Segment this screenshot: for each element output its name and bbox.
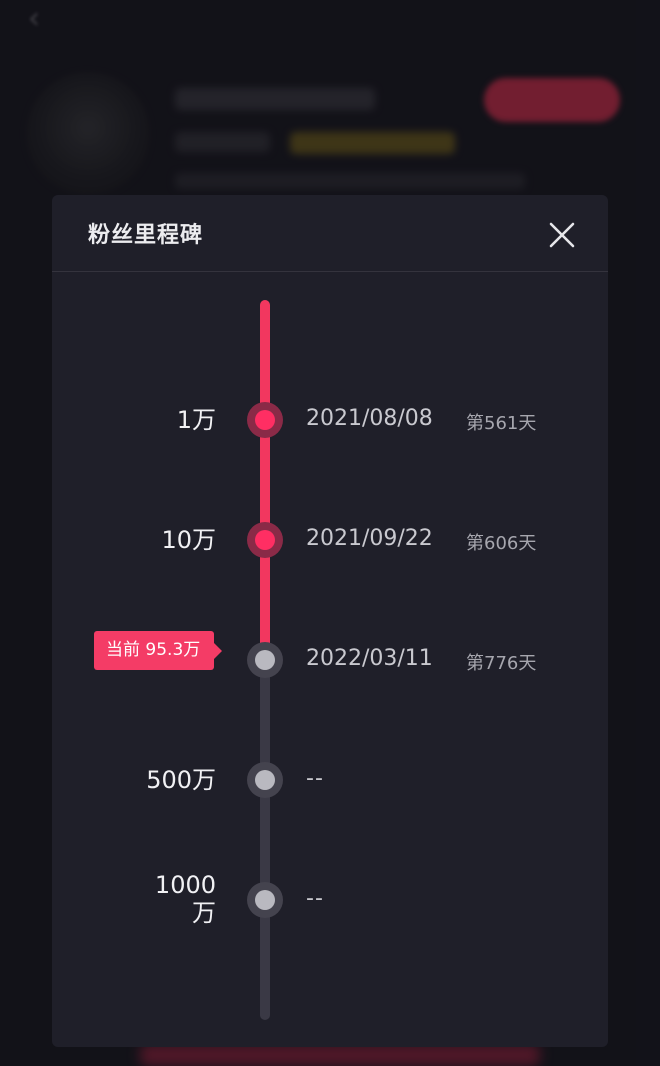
milestone-day: 第561天 xyxy=(466,413,537,434)
milestone-day: 第776天 xyxy=(466,653,537,674)
milestone-node-reached xyxy=(247,402,283,438)
milestone-label: 10万 xyxy=(161,526,216,554)
close-icon xyxy=(549,222,575,248)
milestone-node-pending xyxy=(247,762,283,798)
milestone-node-pending xyxy=(247,882,283,918)
milestone-label-line1: 1000 xyxy=(154,871,216,899)
milestone-label: 500万 xyxy=(146,766,216,794)
modal-header: 粉丝里程碑 xyxy=(52,195,608,272)
milestone-label-line2: 万 xyxy=(192,899,216,927)
milestone-date-empty: -- xyxy=(306,766,324,791)
milestone-label: 1万 xyxy=(176,406,216,434)
milestone-node-reached xyxy=(247,522,283,558)
current-prefix: 当前 xyxy=(106,640,140,660)
modal-title: 粉丝里程碑 xyxy=(88,223,204,248)
fan-milestone-modal: 粉丝里程碑 1万 2021/08/08 第561天 10万 2021/09/22… xyxy=(52,195,608,1047)
milestone-date-empty: -- xyxy=(306,886,324,911)
milestone-date: 2021/09/22 xyxy=(306,526,433,551)
milestone-node-current xyxy=(247,642,283,678)
milestone-label: 1000 万 xyxy=(126,871,216,927)
current-value: 95.3万 xyxy=(145,640,201,660)
milestone-date: 2022/03/11 xyxy=(306,646,433,671)
milestone-day: 第606天 xyxy=(466,533,537,554)
close-button[interactable] xyxy=(540,213,584,257)
current-fans-tag: 当前 95.3万 xyxy=(94,631,223,670)
milestone-date: 2021/08/08 xyxy=(306,406,433,431)
timeline-progress xyxy=(260,300,270,660)
